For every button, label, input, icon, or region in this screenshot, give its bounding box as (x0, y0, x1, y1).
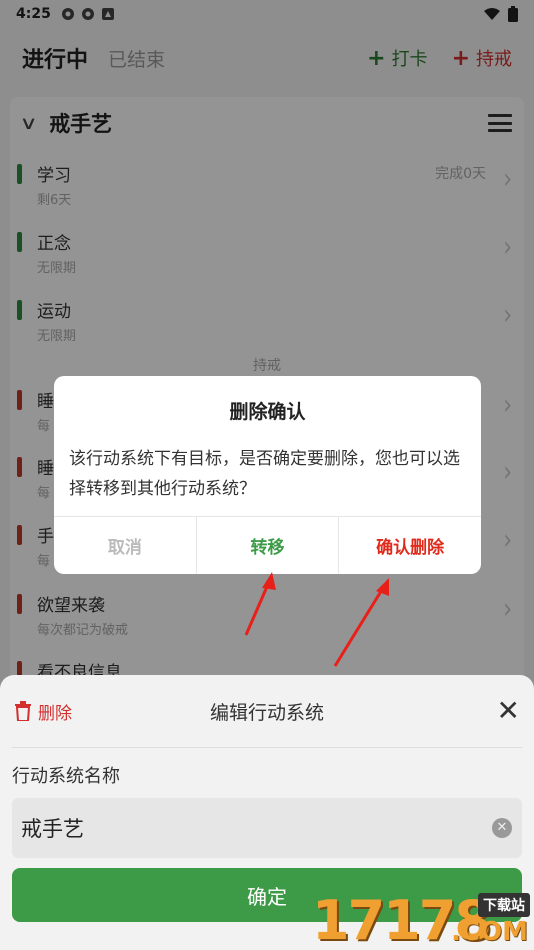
watermark-suffix: .COM (451, 917, 528, 947)
close-icon[interactable]: ✕ (497, 697, 520, 725)
trash-icon (15, 701, 31, 721)
delete-label: 删除 (38, 703, 72, 724)
watermark-logo: 17178 下载站 .COM (310, 887, 534, 950)
app-screen: 4:25 进行中 已结束 + 打卡 + 持戒 ∨ 戒手艺 学习 剩6天 完成0天… (0, 0, 534, 950)
field-label: 行动系统名称 (12, 766, 120, 787)
dialog-buttons: 取消 转移 确认删除 (54, 516, 481, 574)
sheet-header: 删除 编辑行动系统 ✕ (0, 675, 534, 747)
delete-button[interactable]: 删除 (14, 699, 72, 724)
watermark-tag: 下载站 (478, 893, 530, 917)
dialog-message: 该行动系统下有目标，是否确定要删除，您也可以选择转移到其他行动系统？ (69, 449, 460, 499)
delete-confirm-dialog: 删除确认 该行动系统下有目标，是否确定要删除，您也可以选择转移到其他行动系统？ … (54, 376, 481, 574)
dialog-title: 删除确认 (229, 400, 306, 423)
move-button[interactable]: 转移 (195, 517, 339, 574)
clear-icon[interactable]: ✕ (492, 818, 512, 838)
confirm-delete-button[interactable]: 确认删除 (338, 517, 481, 574)
cancel-button[interactable]: 取消 (54, 517, 196, 574)
sheet-title: 编辑行动系统 (209, 701, 324, 724)
system-name-input[interactable]: 戒手艺 (12, 798, 522, 858)
